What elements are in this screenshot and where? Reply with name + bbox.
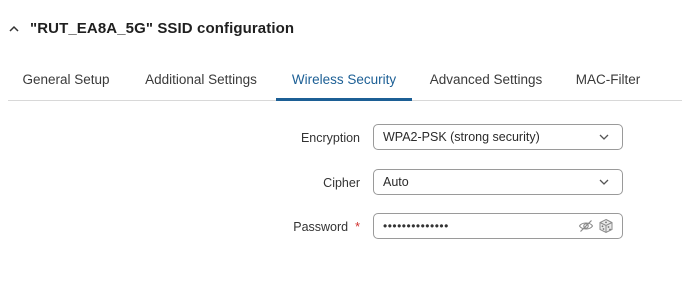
chevron-down-icon xyxy=(599,134,609,140)
encryption-value: WPA2-PSK (strong security) xyxy=(383,130,540,144)
tab-wireless-security[interactable]: Wireless Security xyxy=(276,60,412,101)
password-value[interactable]: •••••••••••••• xyxy=(383,219,578,233)
section-header[interactable]: "RUT_EA8A_5G" SSID configuration xyxy=(8,20,294,37)
required-marker: * xyxy=(355,220,360,234)
tab-bar: General Setup Additional Settings Wirele… xyxy=(8,60,682,101)
encryption-row: Encryption WPA2-PSK (strong security) xyxy=(0,124,690,152)
encryption-label: Encryption xyxy=(300,131,360,145)
chevron-down-icon xyxy=(599,179,609,185)
chevron-up-icon[interactable] xyxy=(8,23,20,35)
password-label-wrap: Password * xyxy=(293,213,360,241)
eye-slash-icon[interactable] xyxy=(578,218,594,234)
cipher-row: Cipher Auto xyxy=(0,169,690,197)
cipher-label: Cipher xyxy=(323,176,360,190)
dice-icon[interactable] xyxy=(598,218,614,234)
password-field[interactable]: •••••••••••••• xyxy=(373,213,623,239)
tab-additional-settings[interactable]: Additional Settings xyxy=(136,60,266,99)
cipher-value: Auto xyxy=(383,175,409,189)
cipher-select[interactable]: Auto xyxy=(373,169,623,195)
tab-advanced-settings[interactable]: Advanced Settings xyxy=(422,60,550,99)
tab-general-setup[interactable]: General Setup xyxy=(8,60,124,99)
encryption-select[interactable]: WPA2-PSK (strong security) xyxy=(373,124,623,150)
tab-mac-filter[interactable]: MAC-Filter xyxy=(568,60,648,99)
section-title: "RUT_EA8A_5G" SSID configuration xyxy=(30,20,295,37)
password-label: Password xyxy=(293,220,349,234)
password-row: Password * •••••••••••••• xyxy=(0,213,690,241)
